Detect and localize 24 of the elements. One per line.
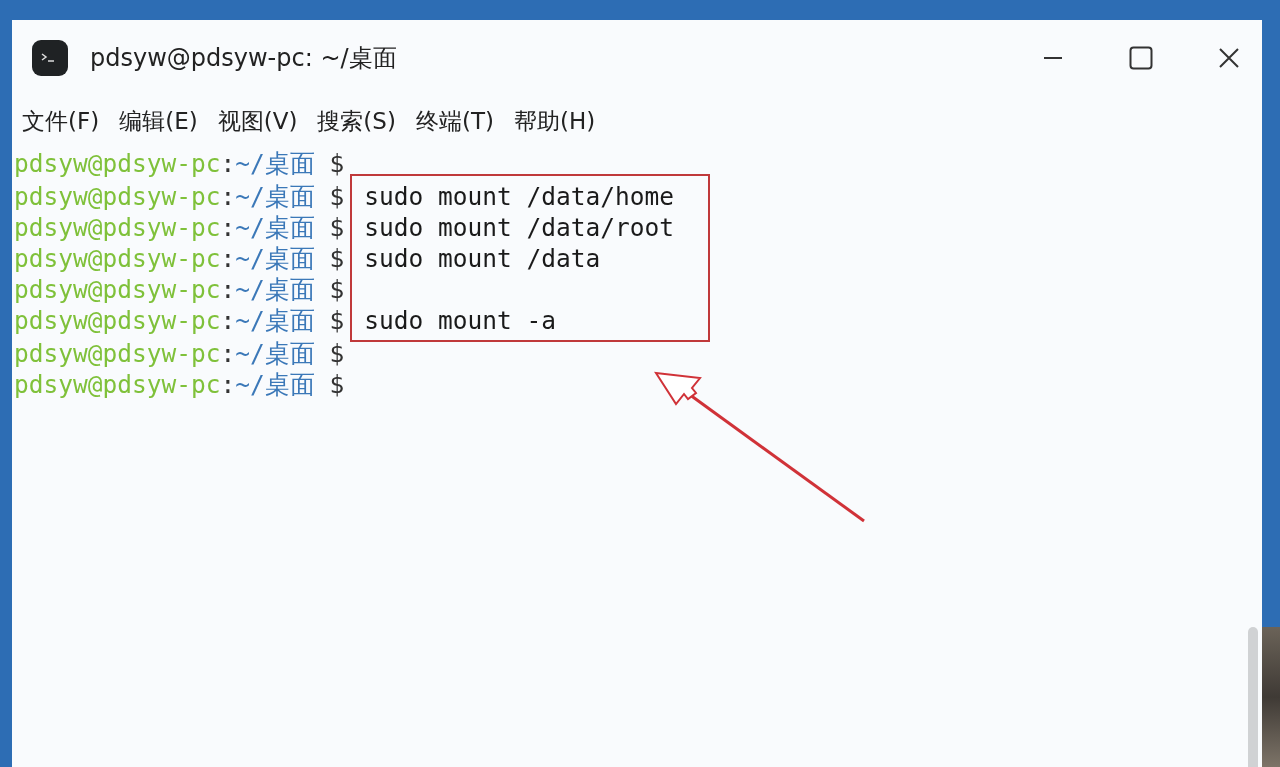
window-title: pdsyw@pdsyw-pc: ~/桌面	[90, 43, 398, 74]
menu-item[interactable]: 编辑(E)	[119, 105, 198, 137]
prompt-text: pdsyw@pdsyw-pc:~/桌面 $	[14, 243, 345, 274]
prompt-text: pdsyw@pdsyw-pc:~/桌面 $	[14, 338, 345, 369]
scrollbar-thumb[interactable]	[1248, 627, 1258, 767]
menu-item[interactable]: 视图(V)	[217, 105, 298, 137]
terminal-icon	[32, 40, 68, 76]
prompt-text: pdsyw@pdsyw-pc:~/桌面 $	[14, 274, 345, 305]
close-icon	[1218, 47, 1240, 69]
command-text: sudo mount -a	[364, 305, 557, 336]
maximize-icon	[1129, 46, 1153, 70]
prompt-text: pdsyw@pdsyw-pc:~/桌面 $	[14, 212, 345, 243]
command-text: sudo mount /data/home	[364, 181, 675, 212]
prompt-text: pdsyw@pdsyw-pc:~/桌面 $	[14, 181, 345, 212]
menu-item[interactable]: 帮助(H)	[513, 105, 596, 137]
menu-item[interactable]: 终端(T)	[415, 105, 494, 137]
prompt-text: pdsyw@pdsyw-pc:~/桌面 $	[14, 369, 345, 400]
command-text: sudo mount /data/root	[364, 212, 675, 243]
minimize-icon	[1042, 56, 1064, 60]
prompt-text: pdsyw@pdsyw-pc:~/桌面 $	[14, 148, 345, 179]
menu-item[interactable]: 搜索(S)	[317, 105, 396, 137]
prompt-text: pdsyw@pdsyw-pc:~/桌面 $	[14, 305, 345, 336]
command-text: sudo mount /data	[364, 243, 601, 274]
menu-item[interactable]: 文件(F)	[22, 105, 100, 137]
